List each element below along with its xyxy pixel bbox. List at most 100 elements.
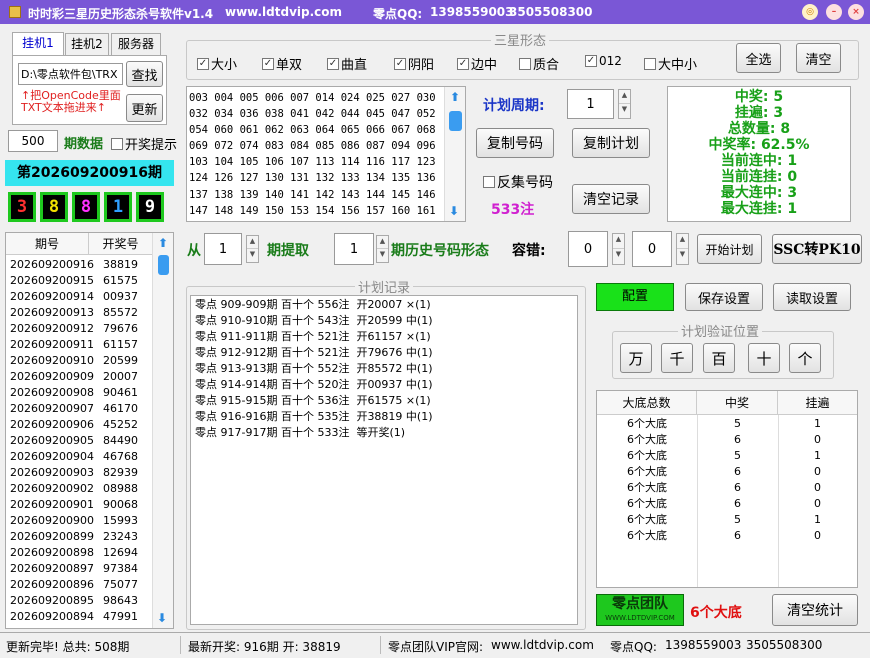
record-line[interactable]: 零点 911-911期 百十个 521注 开61157 ×(1) [195,329,433,345]
history-row[interactable]: 202609200914 00937 [6,289,152,305]
plan-cycle-spinner[interactable]: ▲ ▼ [618,89,631,119]
select-all-button[interactable]: 全选 [736,43,781,73]
history-row[interactable]: 202609200912 79676 [6,321,152,337]
history-row[interactable]: 202609200911 61157 [6,337,152,353]
verify-position-4[interactable]: 个 [789,343,821,373]
history-row[interactable]: 202609200898 12694 [6,545,152,561]
history-row[interactable]: 202609200900 15993 [6,513,152,529]
record-line[interactable]: 零点 913-913期 百十个 552注 开85572 中(1) [195,361,433,377]
scroll-down-icon[interactable]: ⬇ [157,611,167,625]
checkbox-icon[interactable]: ✓ [394,57,406,70]
verify-position-1[interactable]: 千 [661,343,693,373]
save-settings-button[interactable]: 保存设置 [685,283,763,311]
tolerance-input-1[interactable]: 0 [568,231,608,267]
record-line[interactable]: 零点 914-914期 百十个 520注 开00937 中(1) [195,377,433,393]
records-list[interactable]: 零点 909-909期 百十个 556注 开20007 ×(1) 零点 910-9… [190,295,578,625]
history-row[interactable]: 202609200907 46170 [6,401,152,417]
verify-position-2[interactable]: 百 [703,343,735,373]
ssc-pk10-button[interactable]: SSC转PK10 [772,234,862,264]
history-row[interactable]: 202609200908 90461 [6,385,152,401]
dadi-row[interactable]: 6个大底 5 1 [597,512,857,528]
history-row[interactable]: 202609200902 08988 [6,481,152,497]
record-line[interactable]: 零点 917-917期 百十个 533注 等开奖(1) [195,425,433,441]
history-scrollbar[interactable]: ⬆ ⬇ [152,233,173,628]
find-button[interactable]: 查找 [126,61,163,87]
dadi-row[interactable]: 6个大底 6 0 [597,528,857,544]
history-row[interactable]: 202609200905 84490 [6,433,152,449]
numbers-box[interactable]: 003 004 005 006 007 014 024 025 027 030 0… [186,86,466,222]
status-vip-link[interactable]: www.ldtdvip.com [491,638,594,652]
history-scroll-thumb[interactable] [158,255,169,275]
history-row[interactable]: 202609200916 38819 [6,257,152,273]
checkbox-icon[interactable]: ✓ [585,55,597,67]
sanxing-option-3[interactable]: ✓ 阴阳 [394,54,434,73]
copy-plan-button[interactable]: 复制计划 [572,128,650,158]
history-row[interactable]: 202609200904 46768 [6,449,152,465]
history-row[interactable]: 202609200906 45252 [6,417,152,433]
tab-guaji2[interactable]: 挂机2 [65,33,109,55]
clear-record-button[interactable]: 清空记录 [572,184,650,214]
config-indicator[interactable]: 配置 [596,283,674,311]
dadi-table[interactable]: 大底总数 中奖 挂遍 6个大底 5 1 6个大底 6 0 6个大底 5 1 6个大底 6 0 6个大底 6… [596,390,858,588]
checkbox-icon[interactable]: ✓ [457,57,469,70]
history-row[interactable]: 202609200915 61575 [6,273,152,289]
from-input[interactable]: 1 [204,233,242,265]
record-line[interactable]: 零点 912-912期 百十个 521注 开79676 中(1) [195,345,433,361]
checkbox-icon[interactable]: ✓ [327,57,339,70]
copy-numbers-button[interactable]: 复制号码 [476,128,554,158]
sanxing-option-4[interactable]: ✓ 边中 [457,54,497,73]
start-plan-button[interactable]: 开始计划 [697,234,762,264]
numbers-scroll-down-icon[interactable]: ⬇ [449,204,459,218]
checkbox-icon[interactable]: ✓ [197,57,209,70]
sanxing-option-2[interactable]: ✓ 曲直 [327,54,367,73]
read-settings-button[interactable]: 读取设置 [773,283,851,311]
sanxing-option-1[interactable]: ✓ 单双 [262,54,302,73]
dadi-row[interactable]: 6个大底 6 0 [597,480,857,496]
tolerance-spinner-1[interactable]: ▲ ▼ [612,233,625,265]
history-row[interactable]: 202609200910 20599 [6,353,152,369]
from-spinner[interactable]: ▲ ▼ [246,235,259,263]
scroll-up-icon[interactable]: ⬆ [153,236,173,250]
tab-server[interactable]: 服务器 [111,33,161,55]
history-row[interactable]: 202609200899 23243 [6,529,152,545]
dadi-row[interactable]: 6个大底 5 1 [597,416,857,432]
update-button[interactable]: 更新 [126,94,163,122]
tolerance-spinner-2[interactable]: ▲ ▼ [676,233,689,265]
history-row[interactable]: 202609200897 97384 [6,561,152,577]
period-count-input[interactable]: 500 [8,130,58,152]
history-row[interactable]: 202609200903 82939 [6,465,152,481]
checkbox-icon[interactable] [519,57,531,70]
history-spinner[interactable]: ▲ ▼ [376,235,389,263]
sanxing-option-7[interactable]: 大中小 [644,54,697,73]
numbers-scrollbar[interactable]: ⬆ ⬇ [444,87,465,221]
record-line[interactable]: 零点 910-910期 百十个 543注 开20599 中(1) [195,313,433,329]
dadi-row[interactable]: 6个大底 6 0 [597,496,857,512]
minimize-icon[interactable]: – [826,4,842,20]
record-line[interactable]: 零点 916-916期 百十个 535注 开38819 中(1) [195,409,433,425]
verify-position-0[interactable]: 万 [620,343,652,373]
sanxing-option-0[interactable]: ✓ 大小 [197,54,237,73]
close-icon[interactable]: × [848,4,864,20]
skin-icon[interactable]: ◎ [802,4,818,20]
record-line[interactable]: 零点 915-915期 百十个 536注 开61575 ×(1) [195,393,433,409]
history-row[interactable]: 202609200894 47991 [6,609,152,625]
clear-stats-button[interactable]: 清空统计 [772,594,858,626]
plan-cycle-input[interactable]: 1 [567,89,614,119]
numbers-scroll-thumb[interactable] [449,111,462,131]
path-input[interactable]: D:\零点软件包\TRX [18,63,123,85]
dadi-row[interactable]: 6个大底 5 1 [597,448,857,464]
reverse-checkbox[interactable]: 反集号码 [483,172,553,192]
history-row[interactable]: 202609200901 90068 [6,497,152,513]
title-bar[interactable]: 时时彩三星历史形态杀号软件v1.4 www.ldtdvip.com 零点QQ: … [0,0,870,24]
tab-guaji1[interactable]: 挂机1 [12,32,64,56]
dadi-row[interactable]: 6个大底 6 0 [597,464,857,480]
sanxing-option-6[interactable]: ✓ 012 [585,54,622,68]
clear-button[interactable]: 清空 [796,43,841,73]
numbers-scroll-up-icon[interactable]: ⬆ [445,90,465,104]
sanxing-option-5[interactable]: 质合 [519,54,559,73]
tolerance-input-2[interactable]: 0 [632,231,672,267]
history-row[interactable]: 202609200913 85572 [6,305,152,321]
checkbox-icon[interactable]: ✓ [262,57,274,70]
history-row[interactable]: 202609200895 98643 [6,593,152,609]
prize-hint-checkbox[interactable]: 开奖提示 [111,134,177,153]
